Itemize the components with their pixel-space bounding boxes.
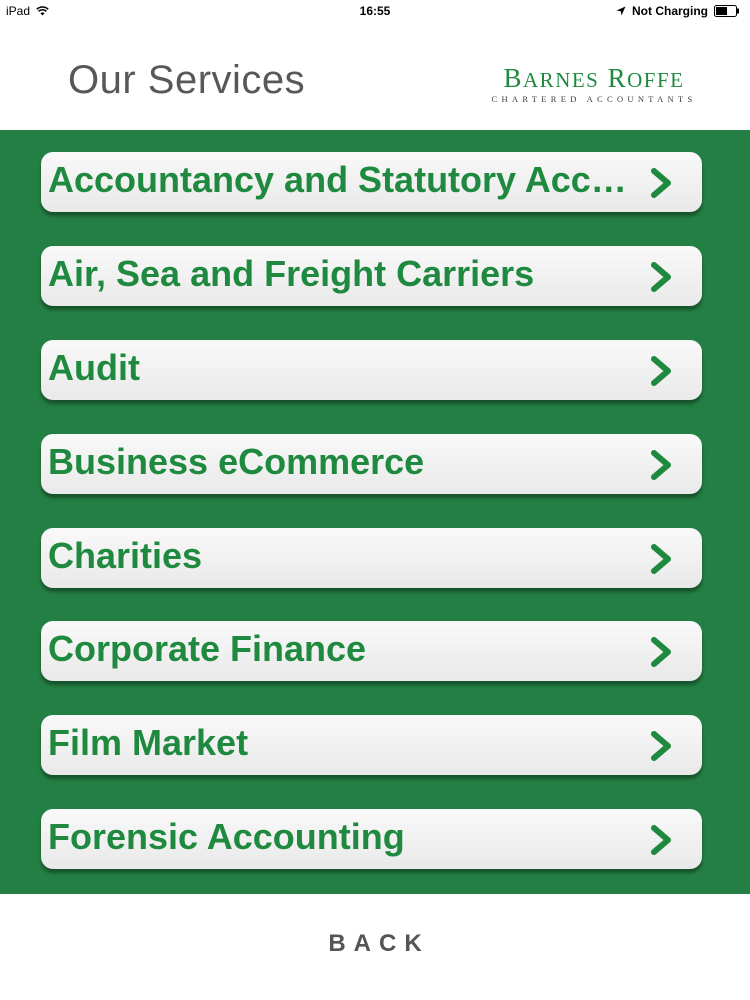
battery-icon	[714, 5, 740, 17]
logo: BARNES ROFFE CHARTERED ACCOUNTANTS	[484, 64, 704, 104]
logo-word-arnes: ARNES	[523, 68, 600, 92]
logo-initial-r: R	[607, 63, 628, 93]
logo-initial-b: B	[503, 63, 524, 93]
chevron-right-icon	[651, 356, 671, 386]
service-item-air-sea-freight[interactable]: Air, Sea and Freight Carriers	[41, 246, 702, 306]
service-label: Forensic Accounting	[48, 816, 405, 857]
service-item-business-ecommerce[interactable]: Business eCommerce	[41, 434, 702, 494]
chevron-right-icon	[651, 450, 671, 480]
service-label: Accountancy and Statutory Accounts	[48, 159, 633, 200]
service-label: Corporate Finance	[48, 628, 367, 669]
chevron-right-icon	[651, 262, 671, 292]
charging-status: Not Charging	[632, 4, 708, 18]
service-label: Audit	[48, 347, 140, 388]
services-list: Accountancy and Statutory Accounts Air, …	[0, 130, 750, 894]
location-icon	[616, 6, 626, 16]
service-item-forensic-accounting[interactable]: Forensic Accounting	[41, 809, 702, 869]
service-item-film-market[interactable]: Film Market	[41, 715, 702, 775]
service-label: Air, Sea and Freight Carriers	[48, 253, 535, 294]
service-item-corporate-finance[interactable]: Corporate Finance	[41, 621, 702, 681]
logo-name: BARNES ROFFE	[484, 64, 704, 94]
logo-tagline: CHARTERED ACCOUNTANTS	[491, 94, 697, 104]
service-item-accountancy[interactable]: Accountancy and Statutory Accounts	[41, 152, 702, 212]
chevron-right-icon	[651, 731, 671, 761]
page-title: Our Services	[68, 58, 306, 102]
logo-word-offe: OFFE	[627, 68, 685, 92]
chevron-right-icon	[651, 825, 671, 855]
chevron-right-icon	[651, 544, 671, 574]
status-right: Not Charging	[616, 4, 740, 18]
service-label: Film Market	[48, 722, 249, 763]
chevron-right-icon	[651, 637, 671, 667]
status-bar: iPad 16:55 Not Charging	[0, 0, 750, 24]
service-label: Charities	[48, 535, 203, 576]
header: Our Services BARNES ROFFE CHARTERED ACCO…	[0, 24, 750, 130]
service-label: Business eCommerce	[48, 441, 425, 482]
service-item-charities[interactable]: Charities	[41, 528, 702, 588]
back-label: BACK	[328, 930, 430, 957]
back-button[interactable]: BACK	[0, 894, 750, 1000]
chevron-right-icon	[651, 168, 671, 198]
service-item-audit[interactable]: Audit	[41, 340, 702, 400]
